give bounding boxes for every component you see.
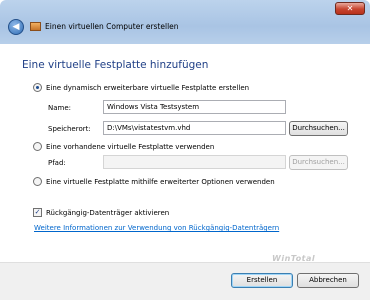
create-button[interactable]: Erstellen <box>231 273 293 288</box>
radio-option-advanced[interactable]: Eine virtuelle Festplatte mithilfe erwei… <box>33 177 275 186</box>
path-label: Pfad: <box>48 159 66 167</box>
path-input[interactable] <box>103 155 286 169</box>
browse-button[interactable]: Durchsuchen... <box>289 121 348 136</box>
watermark-logo: WinTotal <box>272 254 316 263</box>
back-button[interactable]: ◀ <box>8 19 24 35</box>
name-label: Name: <box>48 104 72 112</box>
title-bar: ◀ Einen virtuellen Computer erstellen ✕ <box>0 0 370 44</box>
radio-option-dynamic[interactable]: Eine dynamisch erweiterbare virtuelle Fe… <box>33 83 249 92</box>
undo-disk-label: Rückgängig-Datenträger aktivieren <box>46 208 170 217</box>
cancel-button[interactable]: Abbrechen <box>297 273 359 288</box>
radio-button-dynamic[interactable] <box>33 83 42 92</box>
radio-label-existing: Eine vorhandene virtuelle Festplatte ver… <box>46 142 215 151</box>
radio-button-advanced[interactable] <box>33 177 42 186</box>
location-label: Speicherort: <box>48 125 91 133</box>
info-link[interactable]: Weitere Informationen zur Verwendung von… <box>34 224 279 232</box>
radio-label-dynamic: Eine dynamisch erweiterbare virtuelle Fe… <box>46 83 250 92</box>
radio-button-existing[interactable] <box>33 142 42 151</box>
window-title: Einen virtuellen Computer erstellen <box>45 22 179 31</box>
browse-button-disabled[interactable]: Durchsuchen... <box>289 155 348 170</box>
undo-disk-checkbox[interactable]: ✓ <box>33 208 42 217</box>
location-input[interactable]: D:\VMs\vistatestvm.vhd <box>103 121 286 135</box>
radio-option-existing[interactable]: Eine vorhandene virtuelle Festplatte ver… <box>33 142 214 151</box>
radio-label-advanced: Eine virtuelle Festplatte mithilfe erwei… <box>46 177 275 186</box>
close-button[interactable]: ✕ <box>335 2 365 15</box>
page-heading: Eine virtuelle Festplatte hinzufügen <box>22 59 209 71</box>
virtual-pc-icon <box>30 22 41 31</box>
undo-disk-option[interactable]: ✓ Rückgängig-Datenträger aktivieren <box>33 208 169 217</box>
name-input[interactable]: Windows Vista Testsystem <box>103 100 286 114</box>
